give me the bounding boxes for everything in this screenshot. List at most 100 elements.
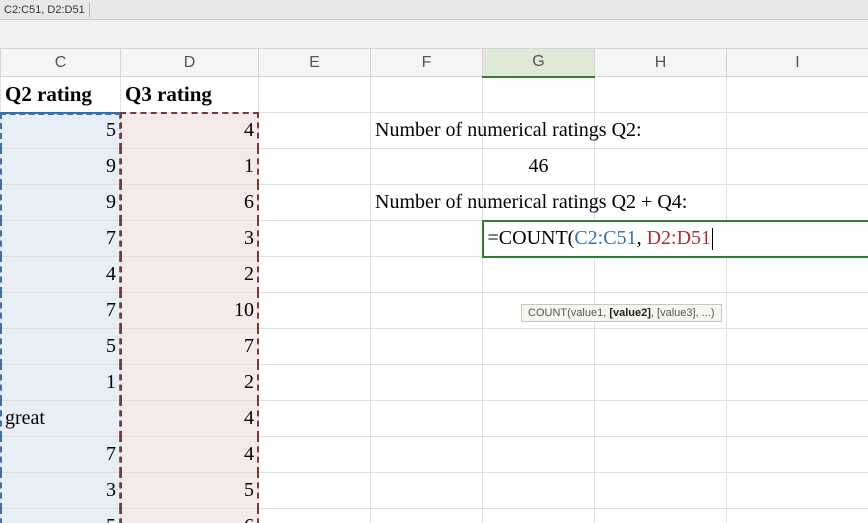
cell[interactable] <box>595 329 727 365</box>
cell[interactable] <box>371 509 483 523</box>
cell[interactable] <box>259 329 371 365</box>
cell[interactable] <box>727 329 868 365</box>
formula-edit-cell[interactable]: =COUNT(C2:C51, D2:D51 <box>483 221 868 257</box>
cell-C11[interactable]: 7 <box>1 437 121 473</box>
cell-F2[interactable]: Number of numerical ratings Q2: <box>371 113 483 149</box>
cell-C5[interactable]: 7 <box>1 221 121 257</box>
formula-prefix: =COUNT( <box>488 227 575 249</box>
cell-D13[interactable]: 6 <box>121 509 259 523</box>
cell[interactable] <box>595 113 727 149</box>
cell[interactable] <box>259 293 371 329</box>
cell-C8[interactable]: 5 <box>1 329 121 365</box>
cell[interactable] <box>727 509 868 523</box>
cell[interactable] <box>371 437 483 473</box>
cell[interactable] <box>483 401 595 437</box>
cell[interactable] <box>259 401 371 437</box>
cell[interactable] <box>595 149 727 185</box>
cell[interactable] <box>371 77 483 113</box>
cell[interactable] <box>259 185 371 221</box>
cell-D4[interactable]: 6 <box>121 185 259 221</box>
cell[interactable] <box>595 509 727 523</box>
col-head-G[interactable]: G <box>483 49 595 77</box>
cell-C12[interactable]: 3 <box>1 473 121 509</box>
cell[interactable] <box>727 257 868 293</box>
cell[interactable] <box>483 365 595 401</box>
cell[interactable] <box>371 473 483 509</box>
cell[interactable] <box>483 257 595 293</box>
cell-C7[interactable]: 7 <box>1 293 121 329</box>
spreadsheet-grid[interactable]: C D E F G H I Q2 rating Q3 rating 5 4 Nu… <box>0 48 868 523</box>
cell[interactable] <box>259 365 371 401</box>
cell-D11[interactable]: 4 <box>121 437 259 473</box>
cell[interactable] <box>483 77 595 113</box>
cell[interactable] <box>483 185 595 221</box>
cell[interactable] <box>727 401 868 437</box>
tooltip-arg1: value1 <box>571 307 603 319</box>
cell[interactable] <box>259 509 371 523</box>
header-C[interactable]: Q2 rating <box>1 77 121 113</box>
cell-D2[interactable]: 4 <box>121 113 259 149</box>
cell[interactable] <box>727 113 868 149</box>
function-tooltip: COUNT(value1, [value2], [value3], ...) <box>521 304 722 322</box>
cell-C4[interactable]: 9 <box>1 185 121 221</box>
cell-D10[interactable]: 4 <box>121 401 259 437</box>
cell-D9[interactable]: 2 <box>121 365 259 401</box>
name-box[interactable]: C2:C51, D2:D51 <box>4 4 85 16</box>
cell-C13[interactable]: 5 <box>1 509 121 523</box>
grid-table[interactable]: C D E F G H I Q2 rating Q3 rating 5 4 Nu… <box>0 48 868 523</box>
header-D[interactable]: Q3 rating <box>121 77 259 113</box>
cell[interactable] <box>595 365 727 401</box>
cell[interactable] <box>595 401 727 437</box>
cell[interactable] <box>371 257 483 293</box>
cell[interactable] <box>259 473 371 509</box>
cell-D5[interactable]: 3 <box>121 221 259 257</box>
cell[interactable] <box>727 293 868 329</box>
cell[interactable] <box>727 437 868 473</box>
cell[interactable] <box>371 401 483 437</box>
cell[interactable] <box>727 365 868 401</box>
cell[interactable] <box>259 221 371 257</box>
cell-D6[interactable]: 2 <box>121 257 259 293</box>
cell[interactable] <box>727 149 868 185</box>
cell-F4[interactable]: Number of numerical ratings Q2 + Q4: <box>371 185 483 221</box>
cell-C10[interactable]: great <box>1 401 121 437</box>
cell[interactable] <box>371 329 483 365</box>
cell[interactable] <box>371 365 483 401</box>
cell[interactable] <box>595 77 727 113</box>
cell-C6[interactable]: 4 <box>1 257 121 293</box>
cell-C3[interactable]: 9 <box>1 149 121 185</box>
col-head-E[interactable]: E <box>259 49 371 77</box>
col-head-H[interactable]: H <box>595 49 727 77</box>
cell[interactable] <box>259 257 371 293</box>
cell-D12[interactable]: 5 <box>121 473 259 509</box>
cell-C2[interactable]: 5 <box>1 113 121 149</box>
cell[interactable] <box>259 437 371 473</box>
cell-G3[interactable]: 46 <box>483 149 595 185</box>
cell[interactable] <box>259 149 371 185</box>
col-head-F[interactable]: F <box>371 49 483 77</box>
col-head-I[interactable]: I <box>727 49 868 77</box>
cell-D8[interactable]: 7 <box>121 329 259 365</box>
cell-D7[interactable]: 10 <box>121 293 259 329</box>
cell[interactable] <box>727 473 868 509</box>
cell[interactable] <box>483 329 595 365</box>
cell[interactable] <box>483 113 595 149</box>
col-head-C[interactable]: C <box>1 49 121 77</box>
cell[interactable] <box>595 257 727 293</box>
cell[interactable] <box>371 221 483 257</box>
cell[interactable] <box>483 437 595 473</box>
cell[interactable] <box>259 77 371 113</box>
cell[interactable] <box>595 437 727 473</box>
cell[interactable] <box>483 509 595 523</box>
cell[interactable] <box>371 293 483 329</box>
cell[interactable] <box>483 473 595 509</box>
cell[interactable] <box>727 77 868 113</box>
cell[interactable] <box>371 149 483 185</box>
cell[interactable] <box>259 113 371 149</box>
col-head-D[interactable]: D <box>121 49 259 77</box>
cell[interactable] <box>595 185 727 221</box>
cell[interactable] <box>727 185 868 221</box>
cell-D3[interactable]: 1 <box>121 149 259 185</box>
cell[interactable] <box>595 473 727 509</box>
cell-C9[interactable]: 1 <box>1 365 121 401</box>
